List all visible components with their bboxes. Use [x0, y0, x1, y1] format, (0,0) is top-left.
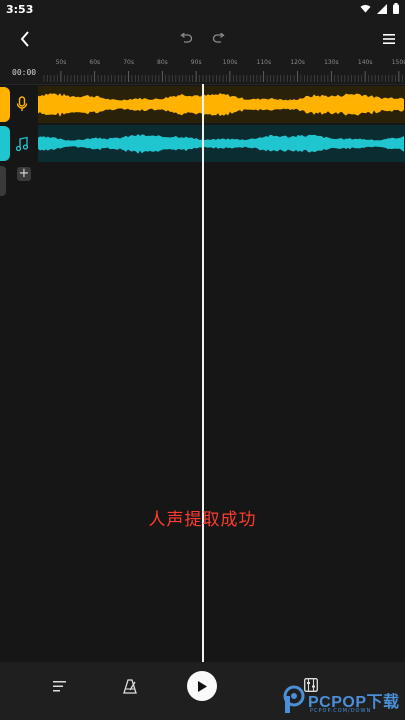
vocal-track-handle[interactable] — [0, 87, 10, 122]
playhead[interactable] — [202, 84, 204, 664]
microphone-icon — [16, 96, 28, 111]
waveform-shape — [38, 134, 404, 154]
sort-button[interactable] — [50, 677, 68, 695]
music-track-handle[interactable] — [0, 126, 10, 161]
timeline-ruler[interactable]: 00:00 50s 60s 70s 80s 90s 100s 110s 120s 130s 140… — [0, 58, 405, 85]
vocal-waveform — [38, 93, 404, 117]
top-toolbar — [0, 20, 405, 58]
status-bar: 3:53 — [0, 0, 405, 20]
play-icon — [198, 680, 207, 692]
back-button[interactable] — [14, 28, 36, 50]
play-button[interactable] — [187, 671, 217, 701]
ruler-ticks — [43, 71, 403, 82]
music-note-icon — [15, 136, 29, 152]
toast-message: 人声提取成功 — [148, 510, 257, 530]
waveform-shape — [38, 93, 404, 117]
metronome-button[interactable] — [121, 676, 141, 696]
music-waveform — [38, 134, 404, 154]
status-icons — [360, 3, 399, 14]
signal-icon — [377, 3, 387, 14]
sort-lines-icon — [52, 680, 66, 691]
status-time: 3:53 — [6, 3, 34, 16]
add-track-button[interactable]: + — [17, 167, 31, 181]
menu-icon — [383, 34, 395, 44]
redo-icon — [213, 32, 225, 43]
battery-icon — [393, 3, 399, 14]
undo-icon — [180, 32, 192, 43]
menu-button[interactable] — [380, 30, 398, 48]
redo-button[interactable] — [211, 30, 227, 46]
chevron-left-icon — [20, 31, 29, 47]
undo-button[interactable] — [178, 30, 194, 46]
music-waveform-area — [38, 125, 405, 162]
side-drawer-tab[interactable] — [0, 166, 6, 196]
watermark-subtext: PCPOP.COM/DOWN — [310, 708, 372, 714]
vocal-waveform-area — [38, 86, 405, 123]
metronome-icon — [123, 678, 137, 694]
pcpop-watermark: PCPOP下载 PCPOP.COM/DOWN — [282, 684, 400, 716]
wifi-icon — [360, 4, 371, 13]
pcpop-logo-icon — [283, 685, 305, 713]
